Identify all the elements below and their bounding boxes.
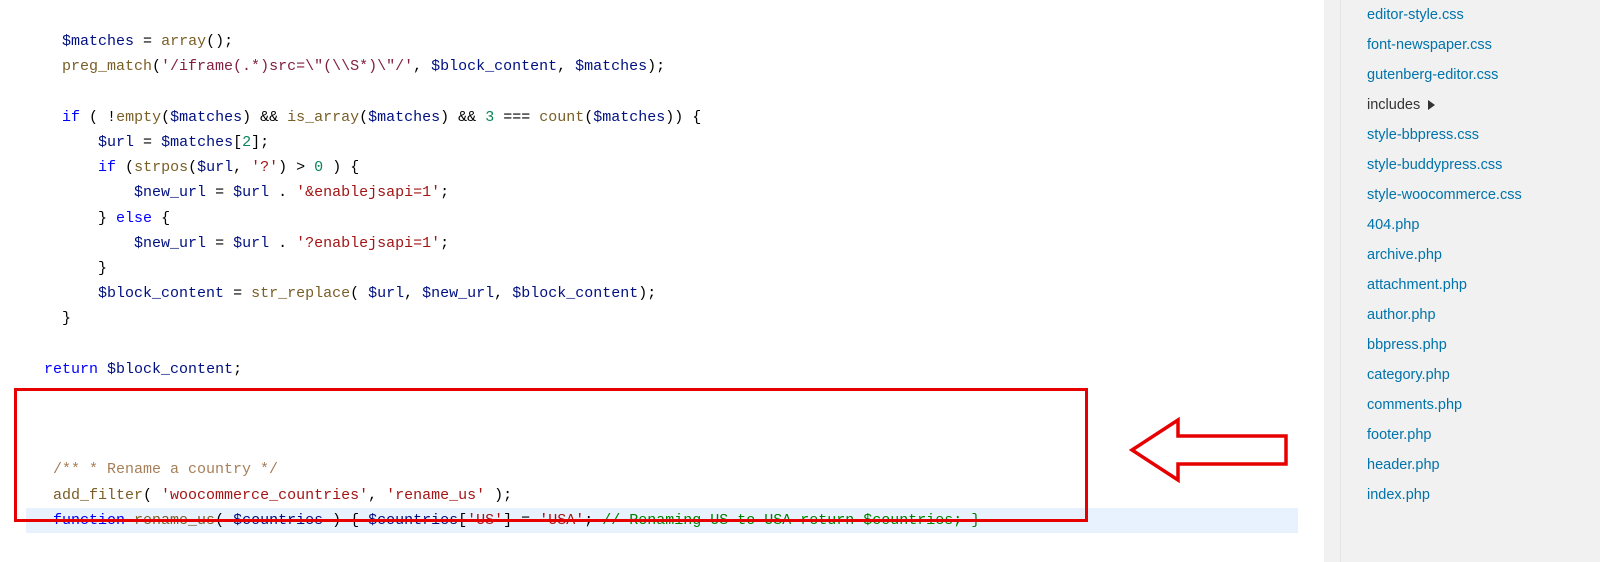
token-fn: array [161,33,206,50]
token-var: $url [98,134,134,151]
token-fn: strpos [134,159,188,176]
file-label: index.php [1367,487,1430,503]
token-var: $new_url [422,285,494,302]
token-fn: count [539,109,584,126]
token-var: $block_content [98,285,224,302]
token-kw: else [116,210,152,227]
token-str: 'woocommerce_countries' [161,487,368,504]
file-item[interactable]: archive.php [1363,240,1600,270]
token-str: '?enablejsapi=1' [296,235,440,252]
file-label: footer.php [1367,427,1432,443]
editor-scrollbar[interactable] [1324,0,1340,562]
file-label: archive.php [1367,247,1442,263]
file-item[interactable]: editor-style.css [1363,0,1600,30]
token-str: '?' [251,159,278,176]
token-kw: return [44,361,98,378]
token-var: $matches [170,109,242,126]
token-var: $matches [368,109,440,126]
token-regex: '/iframe(.*)src=\"(\\S*)\"/' [161,58,413,75]
file-label: bbpress.php [1367,337,1447,353]
file-item[interactable]: 404.php [1363,210,1600,240]
file-label: header.php [1367,457,1440,473]
token-num: 0 [314,159,323,176]
token-var: $url [368,285,404,302]
token-fn: empty [116,109,161,126]
file-item[interactable]: comments.php [1363,390,1600,420]
file-item[interactable]: font-newspaper.css [1363,30,1600,60]
token-var: $matches [62,33,134,50]
file-label: attachment.php [1367,277,1467,293]
token-var: $url [233,235,269,252]
file-item[interactable]: style-buddypress.css [1363,150,1600,180]
file-sidebar: editor-style.css font-newspaper.css gutenb… [1340,0,1600,562]
file-label: editor-style.css [1367,7,1464,23]
file-label: category.php [1367,367,1450,383]
file-item[interactable]: bbpress.php [1363,330,1600,360]
file-item[interactable]: gutenberg-editor.css [1363,60,1600,90]
token-fn: preg_match [62,58,152,75]
file-label: gutenberg-editor.css [1367,67,1498,83]
token-var: $matches [593,109,665,126]
token-var: $matches [575,58,647,75]
file-label: style-buddypress.css [1367,157,1502,173]
file-label: style-bbpress.css [1367,127,1479,143]
token-num: 2 [242,134,251,151]
token-var: $matches [161,134,233,151]
code-editor[interactable]: $matches = array(); preg_match('/iframe(… [0,0,1324,562]
token-kw: if [98,159,116,176]
token-kw: if [62,109,80,126]
token-var: $block_content [512,285,638,302]
editor-window: $matches = array(); preg_match('/iframe(… [0,0,1600,562]
file-item[interactable]: header.php [1363,450,1600,480]
token-fn: add_filter [53,487,143,504]
token-fn: is_array [287,109,359,126]
token-var: $new_url [134,184,206,201]
code-text[interactable]: $matches = array(); preg_match('/iframe(… [10,0,1314,537]
token-var: $url [233,184,269,201]
token-kw: function [53,512,125,529]
file-item[interactable]: style-bbpress.css [1363,120,1600,150]
file-item[interactable]: category.php [1363,360,1600,390]
token-fname: rename_us [134,512,215,529]
token-var: $new_url [134,235,206,252]
file-label: 404.php [1367,217,1419,233]
token-var: $url [197,159,233,176]
token-var: $block_content [431,58,557,75]
folder-item[interactable]: includes [1363,90,1600,120]
token-var: $block_content [107,361,233,378]
file-label: author.php [1367,307,1436,323]
file-item[interactable]: index.php [1363,480,1600,510]
file-item[interactable]: footer.php [1363,420,1600,450]
token-str: '&enablejsapi=1' [296,184,440,201]
file-list: editor-style.css font-newspaper.css gutenb… [1341,0,1600,510]
token-str: 'rename_us' [386,487,485,504]
chevron-right-icon [1428,100,1435,110]
file-item[interactable]: author.php [1363,300,1600,330]
file-label: comments.php [1367,397,1462,413]
file-item[interactable]: attachment.php [1363,270,1600,300]
token-fn: str_replace [251,285,350,302]
token-comment: /** * Rename a country */ [53,461,278,478]
token-var: $countries [368,512,458,529]
token-var: $countries [233,512,323,529]
token-comment: // Renaming US to USA return $countries;… [602,512,980,529]
file-item[interactable]: style-woocommerce.css [1363,180,1600,210]
token-str: 'USA' [539,512,584,529]
token-num: 3 [485,109,494,126]
file-label: includes [1367,97,1420,113]
file-label: style-woocommerce.css [1367,187,1522,203]
token-str: 'US' [467,512,503,529]
file-label: font-newspaper.css [1367,37,1492,53]
